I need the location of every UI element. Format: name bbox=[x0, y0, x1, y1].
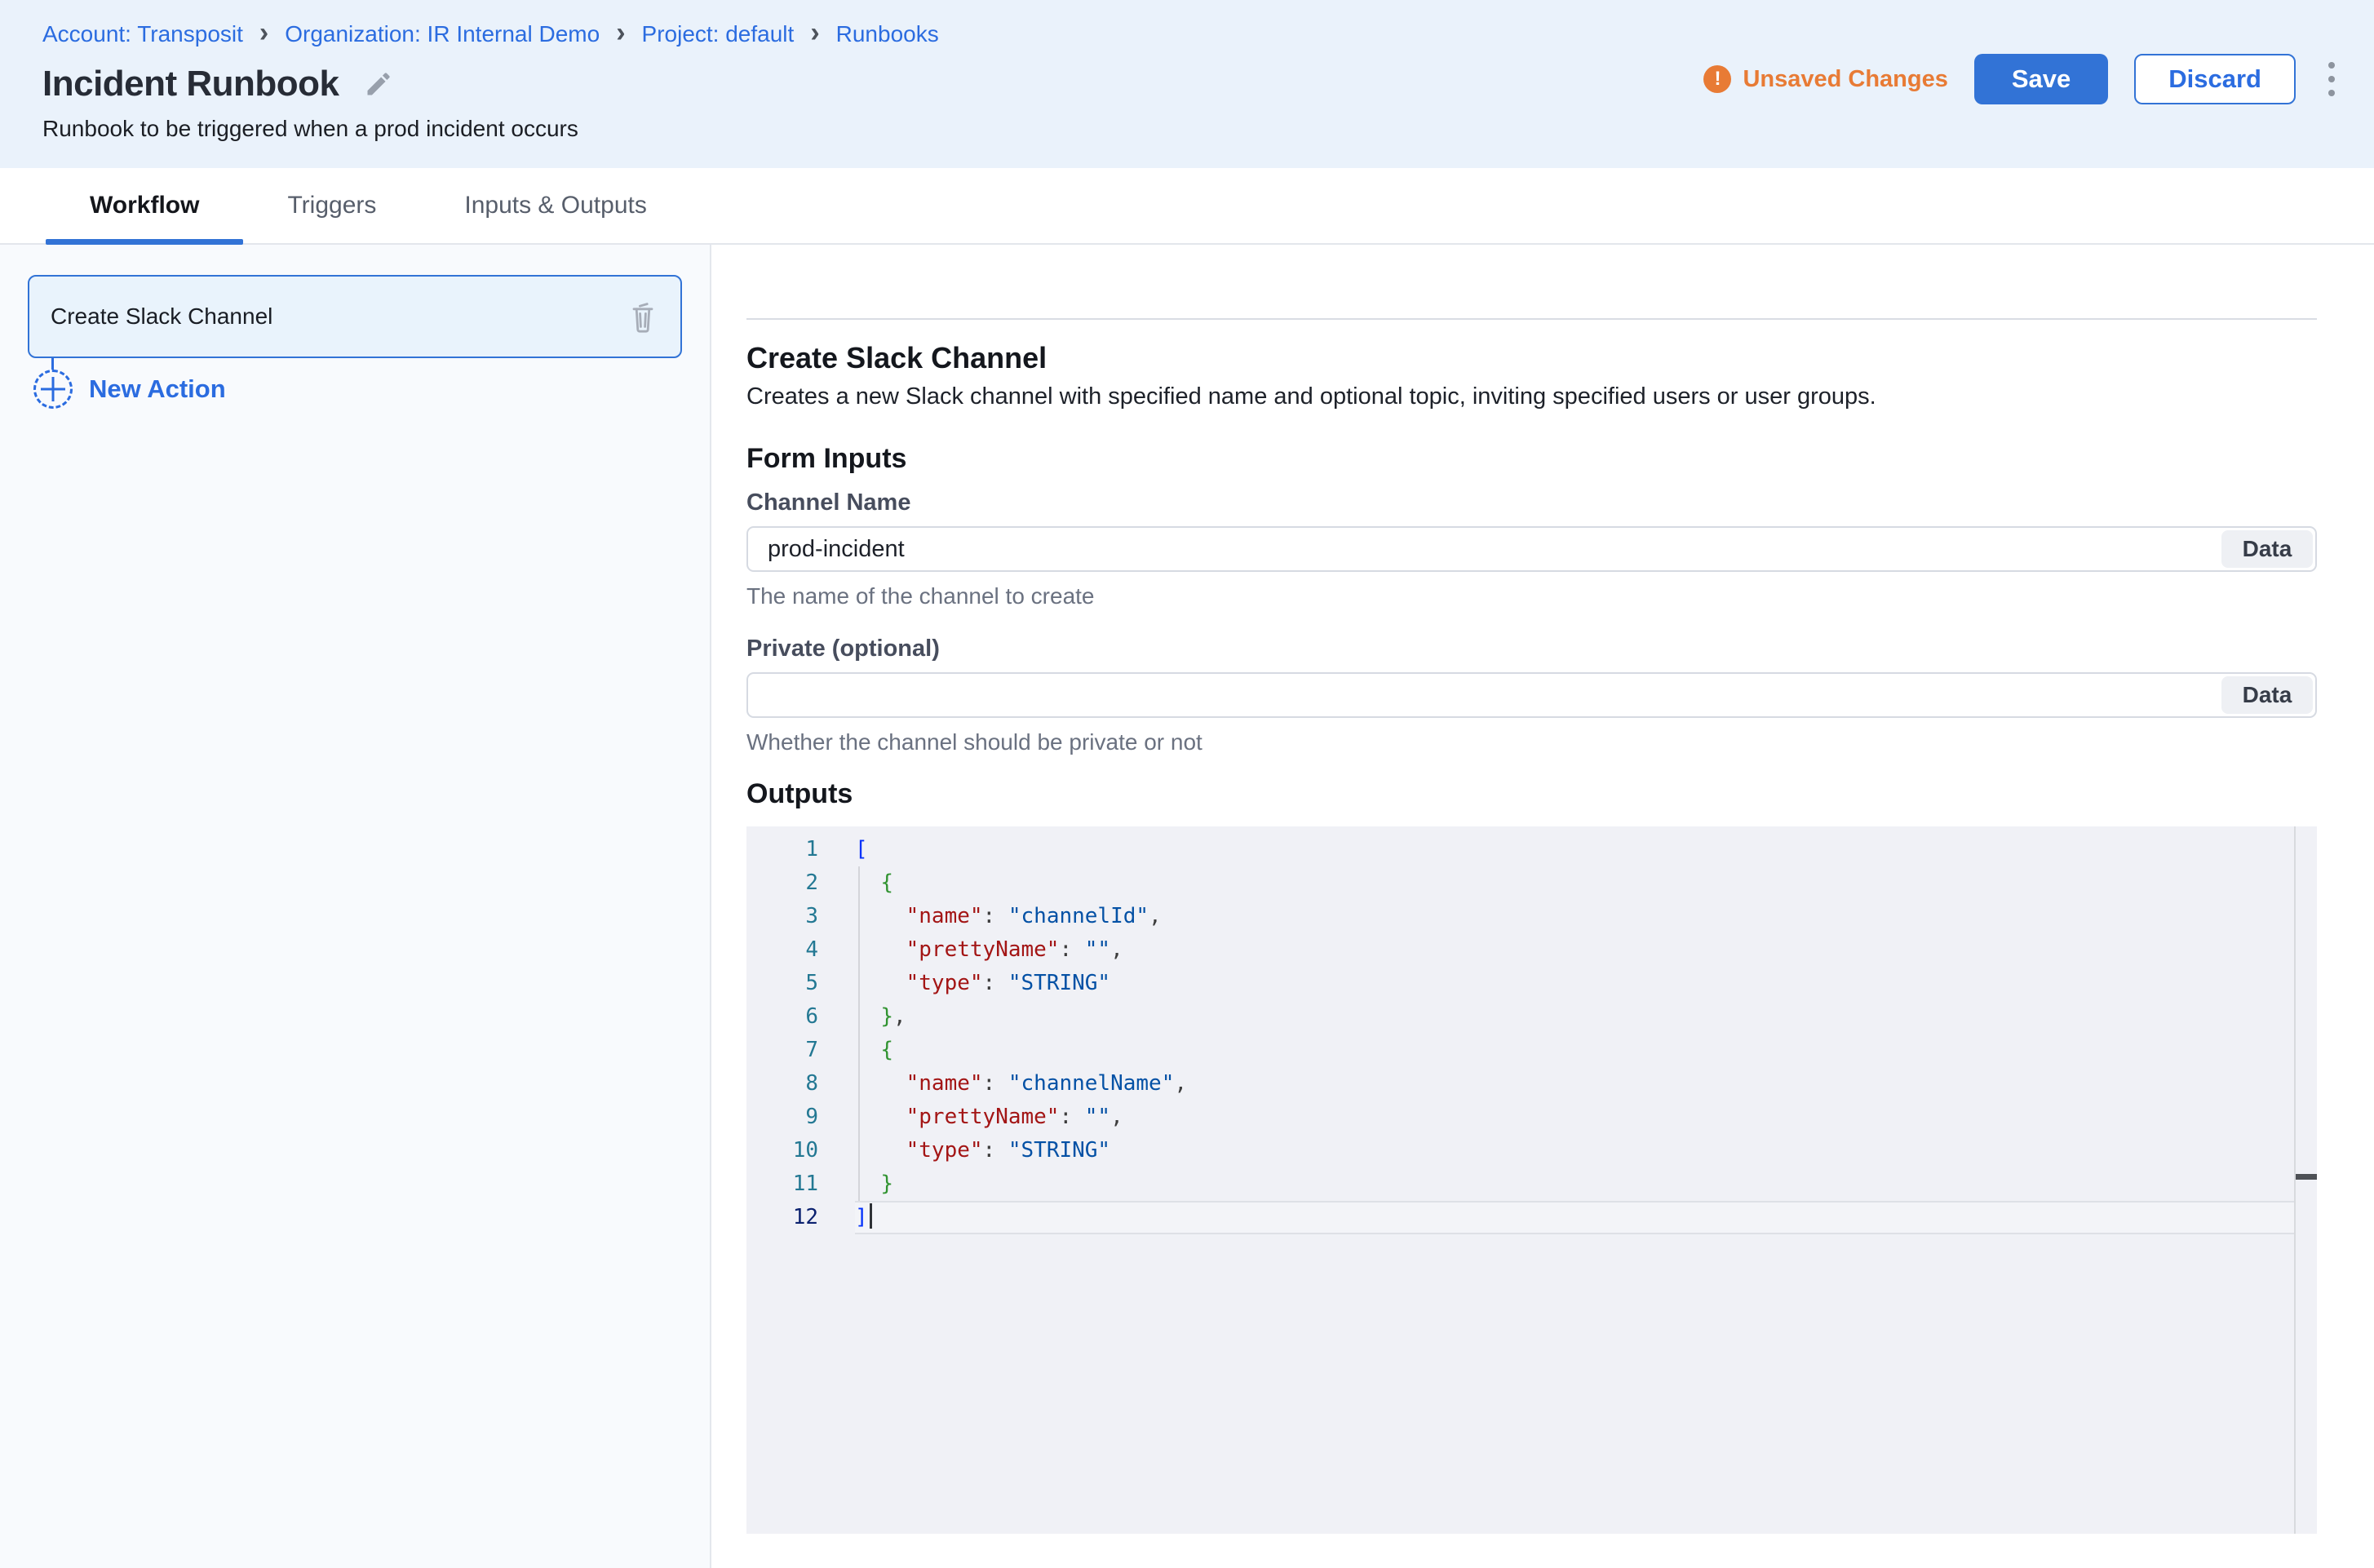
outputs-code-editor[interactable]: 1[2 {3 "name": "channelId",4 "prettyName… bbox=[746, 826, 2317, 1534]
line-number: 10 bbox=[746, 1134, 855, 1167]
new-action-label: New Action bbox=[89, 374, 226, 404]
page-header: Account: Transposit › Organization: IR I… bbox=[0, 0, 2374, 168]
code-text: "prettyName": "", bbox=[855, 1101, 2294, 1134]
action-card-label: Create Slack Channel bbox=[51, 303, 272, 330]
channel-name-field: Data bbox=[746, 526, 2317, 572]
tab-inputs-outputs-label: Inputs & Outputs bbox=[464, 192, 646, 219]
line-number: 4 bbox=[746, 933, 855, 967]
line-number: 2 bbox=[746, 866, 855, 900]
discard-button[interactable]: Discard bbox=[2134, 54, 2296, 104]
kebab-menu-icon[interactable] bbox=[2322, 57, 2341, 101]
private-label: Private (optional) bbox=[746, 636, 2374, 662]
line-number: 9 bbox=[746, 1101, 855, 1134]
code-line-7[interactable]: 7 { bbox=[746, 1034, 2294, 1067]
line-number: 5 bbox=[746, 967, 855, 1000]
title-row: Incident Runbook bbox=[42, 64, 939, 104]
tab-workflow[interactable]: Workflow bbox=[46, 168, 243, 243]
edit-title-icon[interactable] bbox=[364, 69, 393, 99]
action-card-create-slack-channel[interactable]: Create Slack Channel bbox=[28, 275, 682, 358]
tab-triggers[interactable]: Triggers bbox=[243, 168, 420, 243]
private-data-button[interactable]: Data bbox=[2221, 676, 2313, 714]
alert-icon: ! bbox=[1703, 65, 1731, 93]
code-text: "name": "channelId", bbox=[855, 900, 2294, 933]
tab-workflow-label: Workflow bbox=[90, 192, 199, 219]
page-subtitle: Runbook to be triggered when a prod inci… bbox=[42, 116, 939, 142]
form-inputs-heading: Form Inputs bbox=[746, 443, 2374, 475]
line-number: 12 bbox=[746, 1201, 855, 1234]
unsaved-changes-label: Unsaved Changes bbox=[1743, 66, 1947, 93]
section-divider bbox=[746, 318, 2317, 320]
code-text: "prettyName": "", bbox=[855, 933, 2294, 967]
indent-guide-line bbox=[858, 866, 860, 1201]
code-text: { bbox=[855, 1034, 2294, 1067]
private-input[interactable] bbox=[746, 672, 2317, 718]
code-text: "name": "channelName", bbox=[855, 1067, 2294, 1101]
breadcrumb-runbooks-link[interactable]: Runbooks bbox=[836, 21, 939, 47]
text-cursor bbox=[870, 1203, 872, 1229]
breadcrumb-organization-link[interactable]: Organization: IR Internal Demo bbox=[285, 21, 600, 47]
code-text: [ bbox=[855, 833, 2294, 866]
code-text: "type": "STRING" bbox=[855, 1134, 2294, 1167]
workflow-connector-line bbox=[51, 358, 54, 370]
line-number: 1 bbox=[746, 833, 855, 866]
workflow-sidebar: Create Slack Channel New Action bbox=[0, 245, 711, 1568]
line-number: 3 bbox=[746, 900, 855, 933]
channel-name-input[interactable] bbox=[746, 526, 2317, 572]
code-line-10[interactable]: 10 "type": "STRING" bbox=[746, 1134, 2294, 1167]
code-line-8[interactable]: 8 "name": "channelName", bbox=[746, 1067, 2294, 1101]
code-line-4[interactable]: 4 "prettyName": "", bbox=[746, 933, 2294, 967]
channel-name-helper: The name of the channel to create bbox=[746, 583, 2374, 609]
outputs-heading: Outputs bbox=[746, 778, 2374, 810]
code-text: "type": "STRING" bbox=[855, 967, 2294, 1000]
delete-action-icon[interactable] bbox=[627, 299, 659, 334]
code-text: { bbox=[855, 866, 2294, 900]
tab-triggers-label: Triggers bbox=[287, 192, 376, 219]
chevron-right-icon: › bbox=[616, 21, 625, 44]
action-heading: Create Slack Channel bbox=[746, 341, 2374, 375]
code-line-2[interactable]: 2 { bbox=[746, 866, 2294, 900]
line-number: 6 bbox=[746, 1000, 855, 1034]
channel-name-data-button[interactable]: Data bbox=[2221, 530, 2313, 568]
channel-name-label: Channel Name bbox=[746, 489, 2374, 516]
chevron-right-icon: › bbox=[259, 21, 268, 44]
unsaved-changes-badge: ! Unsaved Changes bbox=[1703, 65, 1947, 93]
breadcrumb: Account: Transposit › Organization: IR I… bbox=[42, 21, 939, 47]
tab-bar: Workflow Triggers Inputs & Outputs bbox=[0, 168, 2374, 245]
header-actions: ! Unsaved Changes Save Discard bbox=[1703, 51, 2341, 104]
breadcrumb-project-link[interactable]: Project: default bbox=[642, 21, 795, 47]
code-lines: 1[2 {3 "name": "channelId",4 "prettyName… bbox=[746, 833, 2294, 1234]
ruler-cursor-marker bbox=[2296, 1174, 2317, 1180]
breadcrumb-account-link[interactable]: Account: Transposit bbox=[42, 21, 243, 47]
code-text: ] bbox=[855, 1201, 2294, 1234]
line-number: 11 bbox=[746, 1167, 855, 1201]
content-area: Create Slack Channel New Action bbox=[0, 245, 2374, 1568]
new-action-button[interactable]: New Action bbox=[33, 370, 682, 409]
chevron-right-icon: › bbox=[810, 21, 819, 44]
code-text: } bbox=[855, 1167, 2294, 1201]
code-line-3[interactable]: 3 "name": "channelId", bbox=[746, 900, 2294, 933]
page-title: Incident Runbook bbox=[42, 64, 339, 104]
action-detail-panel: Create Slack Channel Creates a new Slack… bbox=[711, 245, 2374, 1568]
code-line-5[interactable]: 5 "type": "STRING" bbox=[746, 967, 2294, 1000]
code-line-12[interactable]: 12] bbox=[746, 1201, 2294, 1234]
line-number: 7 bbox=[746, 1034, 855, 1067]
save-button[interactable]: Save bbox=[1974, 54, 2108, 104]
private-helper: Whether the channel should be private or… bbox=[746, 729, 2374, 755]
code-line-9[interactable]: 9 "prettyName": "", bbox=[746, 1101, 2294, 1134]
private-field: Data bbox=[746, 672, 2317, 718]
code-text: }, bbox=[855, 1000, 2294, 1034]
tab-inputs-outputs[interactable]: Inputs & Outputs bbox=[420, 168, 690, 243]
editor-overview-ruler[interactable] bbox=[2294, 826, 2317, 1534]
action-description: Creates a new Slack channel with specifi… bbox=[746, 383, 2374, 410]
line-number: 8 bbox=[746, 1067, 855, 1101]
code-line-1[interactable]: 1[ bbox=[746, 833, 2294, 866]
code-line-6[interactable]: 6 }, bbox=[746, 1000, 2294, 1034]
header-left: Account: Transposit › Organization: IR I… bbox=[42, 21, 939, 168]
code-line-11[interactable]: 11 } bbox=[746, 1167, 2294, 1201]
plus-icon bbox=[33, 370, 73, 409]
